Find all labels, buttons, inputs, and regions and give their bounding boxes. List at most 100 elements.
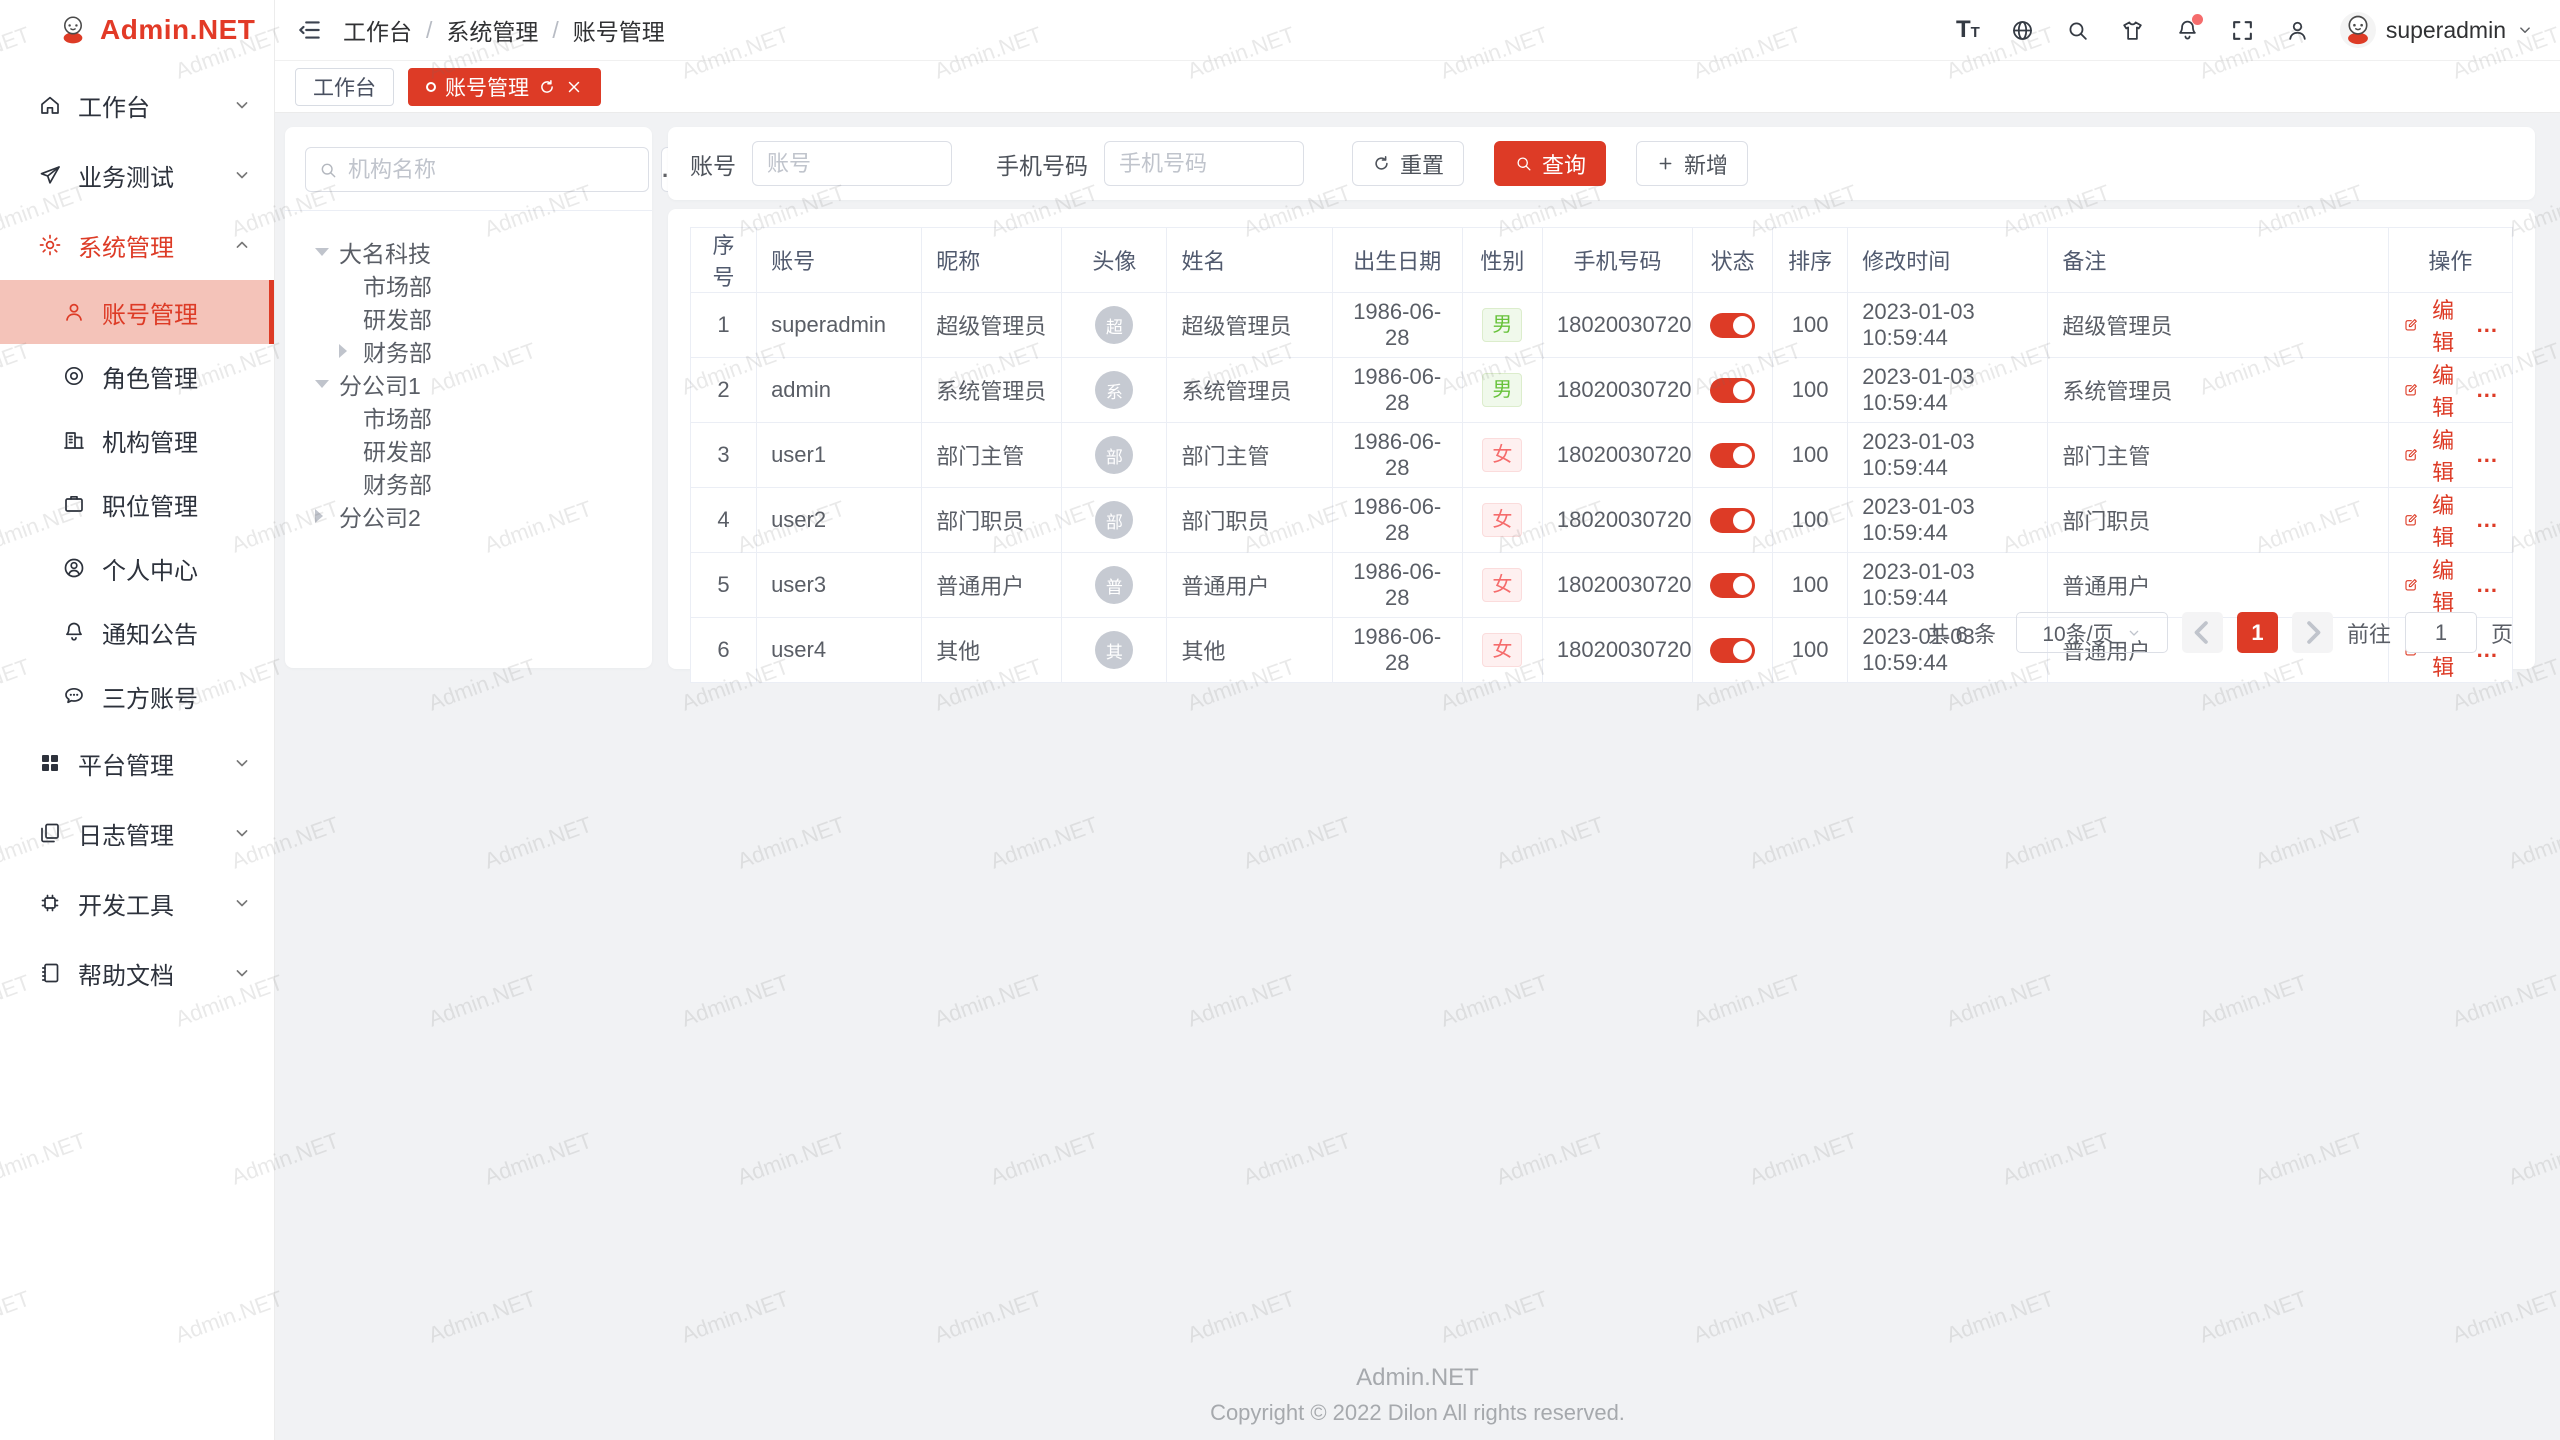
pagination: 共 6 条 10条/页 1 前往 页	[1928, 612, 2514, 653]
search-icon[interactable]	[2065, 18, 2090, 43]
org-search-input[interactable]	[348, 157, 636, 183]
tree-node-财务部[interactable]: 财务部	[305, 334, 632, 367]
sidebar-item-账号管理[interactable]: 账号管理	[0, 280, 274, 344]
breadcrumb-separator: /	[552, 17, 558, 44]
column-header-status: 状态	[1693, 228, 1773, 293]
tree-caret-icon[interactable]	[315, 509, 339, 523]
status-toggle[interactable]	[1710, 638, 1755, 663]
tree-node-财务部[interactable]: 财务部	[305, 466, 632, 499]
user-menu[interactable]: superadmin	[2340, 12, 2534, 48]
status-toggle[interactable]	[1710, 313, 1755, 338]
sidebar-item-平台管理[interactable]: 平台管理	[0, 728, 274, 798]
refresh-icon[interactable]	[538, 78, 556, 96]
logo: Admin.NET	[0, 0, 274, 60]
menu-fold-icon[interactable]	[297, 17, 323, 43]
cell-order: 100	[1773, 488, 1848, 553]
status-toggle[interactable]	[1710, 443, 1755, 468]
cell-account: admin	[757, 358, 922, 423]
notification-icon[interactable]	[2175, 18, 2200, 43]
close-icon[interactable]	[565, 78, 583, 96]
query-button[interactable]: 查询	[1494, 141, 1606, 186]
breadcrumb-item-account[interactable]: 账号管理	[573, 13, 665, 47]
theme-icon[interactable]	[2120, 18, 2145, 43]
sidebar-item-开发工具[interactable]: 开发工具	[0, 868, 274, 938]
edit-icon	[2403, 315, 2419, 335]
breadcrumb-item-system[interactable]: 系统管理	[446, 13, 538, 47]
reset-button[interactable]: 重置	[1352, 141, 1464, 186]
devtools-icon	[38, 891, 62, 915]
next-page-button[interactable]	[2292, 612, 2333, 653]
chevron-down-icon	[232, 95, 252, 115]
tree-caret-icon[interactable]	[339, 344, 363, 358]
cell-nickname: 普通用户	[922, 553, 1062, 618]
edit-button[interactable]: 编辑	[2403, 423, 2461, 487]
tree-node-市场部[interactable]: 市场部	[305, 400, 632, 433]
goto-page-input[interactable]	[2405, 612, 2477, 653]
sidebar-item-日志管理[interactable]: 日志管理	[0, 798, 274, 868]
more-actions-button[interactable]: ...	[2477, 377, 2498, 403]
status-toggle[interactable]	[1710, 378, 1755, 403]
sidebar-item-通知公告[interactable]: 通知公告	[0, 600, 274, 664]
tree-node-分公司2[interactable]: 分公司2	[305, 499, 632, 532]
sidebar-item-个人中心[interactable]: 个人中心	[0, 536, 274, 600]
more-actions-button[interactable]: ...	[2477, 312, 2498, 338]
add-button[interactable]: 新增	[1636, 141, 1748, 186]
gender-badge: 女	[1482, 633, 1522, 667]
sidebar-item-工作台[interactable]: 工作台	[0, 70, 274, 140]
cell-phone: 18020030720	[1542, 358, 1692, 423]
tree-node-大名科技[interactable]: 大名科技	[305, 235, 632, 268]
more-actions-button[interactable]: ...	[2477, 442, 2498, 468]
cell-avatar: 其	[1062, 618, 1167, 683]
edit-button[interactable]: 编辑	[2403, 293, 2461, 357]
prev-page-button[interactable]	[2182, 612, 2223, 653]
more-actions-button[interactable]: ...	[2477, 572, 2498, 598]
cell-avatar: 部	[1062, 488, 1167, 553]
edit-icon	[2403, 380, 2419, 400]
cell-phone: 18020030720	[1542, 488, 1692, 553]
breadcrumb-item-workbench[interactable]: 工作台	[343, 13, 412, 47]
sidebar-item-三方账号[interactable]: 三方账号	[0, 664, 274, 728]
language-icon[interactable]	[2010, 18, 2035, 43]
breadcrumb-separator: /	[426, 17, 432, 44]
page-number-button[interactable]: 1	[2237, 612, 2278, 653]
sidebar-item-机构管理[interactable]: 机构管理	[0, 408, 274, 472]
cell-nickname: 部门职员	[922, 488, 1062, 553]
tab-账号管理[interactable]: 账号管理	[408, 68, 601, 106]
filter-panel: 账号 手机号码 重置 查询 新增	[668, 127, 2535, 200]
tree-caret-icon[interactable]	[315, 380, 339, 388]
tree-node-研发部[interactable]: 研发部	[305, 301, 632, 334]
sidebar-item-角色管理[interactable]: 角色管理	[0, 344, 274, 408]
tab-工作台[interactable]: 工作台	[295, 68, 394, 106]
tree-caret-icon[interactable]	[315, 248, 339, 256]
phone-input[interactable]	[1104, 141, 1304, 186]
sidebar-item-职位管理[interactable]: 职位管理	[0, 472, 274, 536]
edit-button[interactable]: 编辑	[2403, 553, 2461, 617]
user-icon[interactable]	[2285, 18, 2310, 43]
sidebar-item-label: 账号管理	[102, 295, 198, 330]
cell-birth: 1986-06-28	[1332, 423, 1462, 488]
page-size-select[interactable]: 10条/页	[2016, 612, 2168, 653]
tree-node-研发部[interactable]: 研发部	[305, 433, 632, 466]
breadcrumb: 工作台 / 系统管理 / 账号管理	[343, 13, 665, 47]
sidebar-item-label: 三方账号	[102, 679, 198, 714]
status-toggle[interactable]	[1710, 508, 1755, 533]
edit-button[interactable]: 编辑	[2403, 358, 2461, 422]
font-size-icon[interactable]: TT	[1956, 16, 1980, 44]
cell-modified: 2023-01-03 10:59:44	[1848, 293, 2048, 358]
tree-node-市场部[interactable]: 市场部	[305, 268, 632, 301]
cell-remark: 超级管理员	[2048, 293, 2388, 358]
sidebar-item-帮助文档[interactable]: 帮助文档	[0, 938, 274, 1008]
cell-birth: 1986-06-28	[1332, 618, 1462, 683]
edit-button[interactable]: 编辑	[2403, 488, 2461, 552]
tree-node-分公司1[interactable]: 分公司1	[305, 367, 632, 400]
sidebar-item-label: 帮助文档	[78, 956, 174, 991]
cell-account: user3	[757, 553, 922, 618]
fullscreen-icon[interactable]	[2230, 18, 2255, 43]
sidebar-item-业务测试[interactable]: 业务测试	[0, 140, 274, 210]
sidebar-item-系统管理[interactable]: 系统管理	[0, 210, 274, 280]
more-actions-button[interactable]: ...	[2477, 507, 2498, 533]
platform-icon	[38, 751, 62, 775]
user-icon	[62, 300, 86, 324]
account-input[interactable]	[752, 141, 952, 186]
status-toggle[interactable]	[1710, 573, 1755, 598]
